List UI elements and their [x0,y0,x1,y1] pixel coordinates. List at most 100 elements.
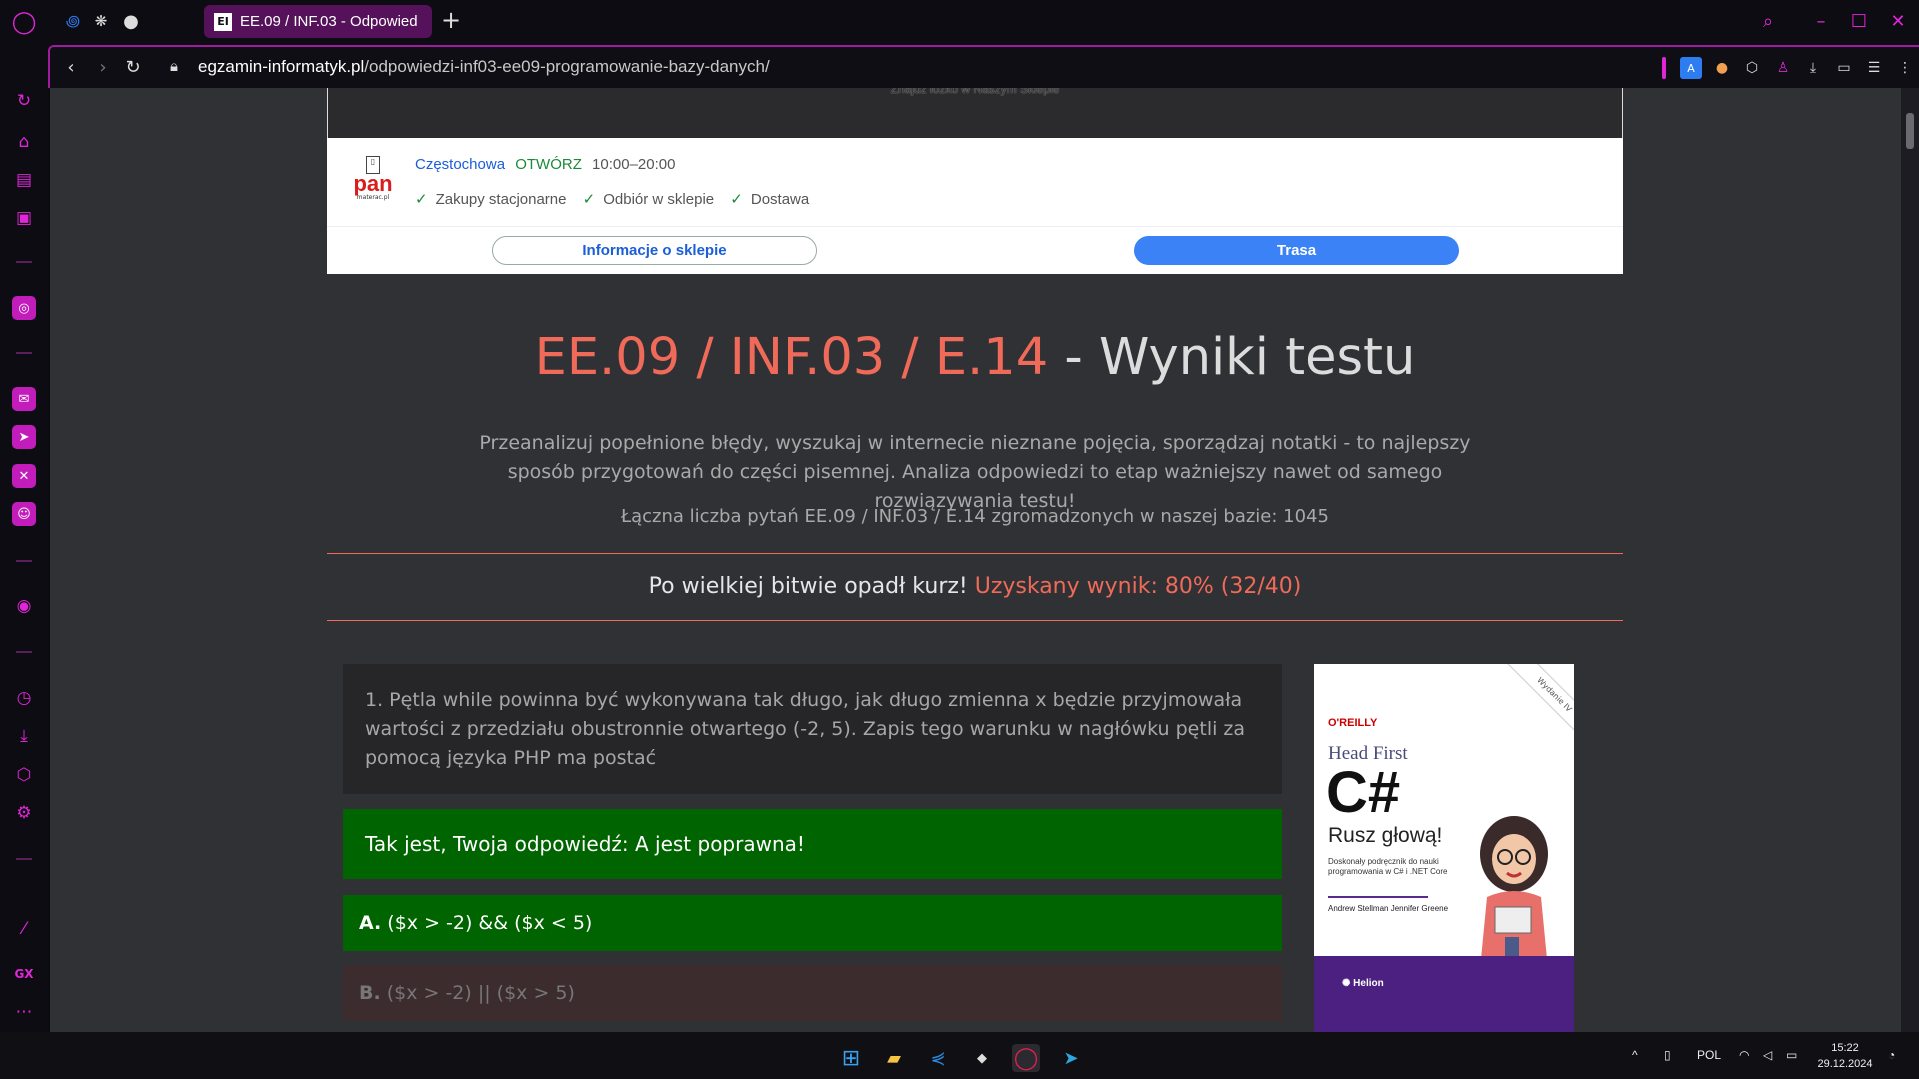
shopping-icon[interactable]: ⌂ [12,130,36,154]
opera-logo-icon[interactable]: ◯ [12,10,37,35]
check-icon: ✓ [415,191,428,208]
close-window-button[interactable]: ✕ [1883,8,1913,34]
result-line: Po wielkiej bitwie opadł kurz! Uzyskany … [327,574,1623,599]
minimize-button[interactable]: – [1806,8,1836,34]
extensions-cube-icon[interactable]: ⬡ [12,763,36,787]
downloads-icon[interactable]: ⤓ [12,724,36,748]
taskbar-clock[interactable]: 15:22 29.12.2024 [1810,1040,1880,1072]
downloads-icon[interactable]: ⤓ [1802,57,1824,79]
history-icon[interactable]: ◷ [12,686,36,710]
route-button[interactable]: Trasa [1134,236,1459,265]
vscode-icon[interactable]: ⋞ [924,1044,952,1072]
sidebar-divider [16,352,32,354]
ad-banner: Znajdź łóżko w Naszym Sklepie [327,88,1623,138]
result-score: Uzyskany wynik: 80% (32/40) [974,574,1302,599]
store-info-button[interactable]: Informacje o sklepie [492,236,817,265]
messenger-icon[interactable]: ✉ [12,387,36,411]
intro-paragraph: Przeanalizuj popełnione błędy, wyszukaj … [479,432,1471,512]
book-footer: ✺ Helion [1314,956,1574,1032]
page-viewport: Znajdź łóżko w Naszym Sklepie ▯ pan mate… [50,88,1901,1032]
book-title: C# [1326,760,1401,825]
question-text: 1. Pętla while powinna być wykonywana ta… [343,664,1282,794]
menu-icon[interactable]: ⋮ [1894,57,1916,79]
sidebar-divider [16,560,32,562]
battery-saver-icon[interactable]: ▭ [1833,57,1855,79]
chatgpt-tab-icon[interactable]: ❋ [90,10,112,32]
store-feature: Dostawa [750,191,810,208]
extension-icon[interactable]: ● [1711,57,1733,79]
page-title-code: EE.09 / INF.03 / E.14 [534,328,1049,387]
settings-gear-icon[interactable]: ⚙ [12,801,36,825]
book-publisher: O'REILLY [1328,717,1378,729]
gx-control-icon[interactable]: ⁄ [12,917,36,941]
discord-icon[interactable]: ☺ [12,502,36,526]
store-ad[interactable]: Znajdź łóżko w Naszym Sklepie ▯ pan mate… [327,88,1623,274]
profile-icon[interactable]: ♙ [1772,57,1794,79]
tray-device-icon[interactable]: ▯ [1664,1048,1671,1062]
ad-store-card: ▯ pan materac.pl Częstochowa OTWÓRZ 10:0… [327,138,1623,274]
answer-a: A. ($x > -2) && ($x < 5) [343,895,1282,951]
easy-setup-icon[interactable]: ☰ [1863,57,1885,79]
question-count: Łączna liczba pytań EE.09 / INF.03 / E.1… [621,506,1329,527]
telegram-icon[interactable]: ➤ [12,425,36,449]
more-dots-icon[interactable]: ⋯ [12,1000,36,1024]
book-description: Doskonały podręcznik do nauki programowa… [1328,857,1448,876]
store-city[interactable]: Częstochowa [415,156,505,173]
page-scrollbar[interactable] [1901,88,1919,1032]
scrollbar-thumb[interactable] [1906,113,1914,149]
answer-verdict: Tak jest, Twoja odpowiedź: A jest popraw… [343,809,1282,879]
store-logo[interactable]: ▯ pan materac.pl [349,156,397,202]
sidebar-divider [16,261,32,263]
opera-gx-taskbar-icon[interactable]: ◯ [1012,1044,1040,1072]
language-indicator[interactable]: POL [1697,1048,1721,1062]
search-tabs-icon[interactable]: ⌕ [1753,8,1783,34]
back-button[interactable]: ‹ [60,56,82,78]
page-title: EE.09 / INF.03 / E.14 - Wyniki testu [327,328,1623,387]
forward-button[interactable]: › [92,56,114,78]
github-icon[interactable]: ● [120,10,142,32]
result-prefix: Po wielkiej bitwie opadł kurz! [648,574,975,599]
url-field[interactable]: egzamin-informatyk.pl/odpowiedzi-inf03-e… [198,57,770,77]
tray-overflow-icon[interactable]: ^ [1632,1048,1638,1062]
gx-mods-icon[interactable]: ▣ [12,206,36,230]
opera-sidebar: ◯ ↻ ⌂ ▤ ▣ ◎ ✉ ➤ ✕ ☺ ◉ ◷ ⤓ ⬡ ⚙ ⁄ GX ⋯ [0,0,48,1032]
wifi-icon[interactable]: ◠ [1739,1048,1749,1062]
gx-label[interactable]: GX [12,962,36,986]
translate-extension-icon[interactable]: A [1680,57,1702,79]
store-info-line: Częstochowa OTWÓRZ 10:00–20:00 [415,156,675,173]
battery-icon[interactable]: ▭ [1786,1048,1797,1062]
tab-active[interactable]: EI EE.09 / INF.03 - Odpowied [204,5,432,38]
check-icon: ✓ [582,191,596,208]
speed-dial-icon[interactable]: ↻ [12,89,36,113]
lock-icon[interactable]: 🔒︎ [170,57,178,75]
book-subtitle: Rusz głową! [1328,824,1443,847]
book-ad[interactable]: Wydanie IV O'REILLY Head First C# Rusz g… [1314,664,1574,1032]
store-status: OTWÓRZ [515,156,582,173]
answer-letter: B. [359,982,381,1004]
app-icon[interactable]: ◆ [968,1044,996,1072]
answer-b: B. ($x > -2) || ($x > 5) [343,965,1282,1021]
page-title-rest: - Wyniki testu [1048,328,1416,387]
store-feature: Zakupy stacjonarne [435,191,567,208]
x-twitter-icon[interactable]: ✕ [12,464,36,488]
telegram-taskbar-icon[interactable]: ➤ [1057,1044,1085,1072]
book-imprint: ✺ Helion [1342,978,1384,989]
answer-text: ($x > -2) && ($x < 5) [387,912,593,934]
tab-favicon: EI [214,12,232,31]
maximize-button[interactable]: ☐ [1844,8,1874,34]
file-explorer-icon[interactable]: ▰ [880,1044,908,1072]
reload-button[interactable]: ↻ [122,56,144,78]
clock-time: 15:22 [1831,1042,1859,1054]
chatgpt-icon[interactable]: ◎ [12,296,36,320]
answer-letter: A. [359,912,382,934]
sidebar-app-icon[interactable]: ꩜ [62,10,84,32]
volume-icon[interactable]: ◁ [1763,1048,1772,1062]
extensions-cube-icon[interactable]: ⬡ [1741,57,1763,79]
book-authors: Andrew Stellman Jennifer Greene [1328,904,1449,913]
player-icon[interactable]: ◉ [12,594,36,618]
tabs-icon[interactable]: ▤ [12,168,36,192]
new-tab-button[interactable]: + [438,6,464,34]
notifications-icon[interactable]: ◔ [1888,1048,1895,1062]
book-imprint-name: Helion [1353,978,1384,989]
windows-start-icon[interactable]: ⊞ [837,1044,865,1072]
